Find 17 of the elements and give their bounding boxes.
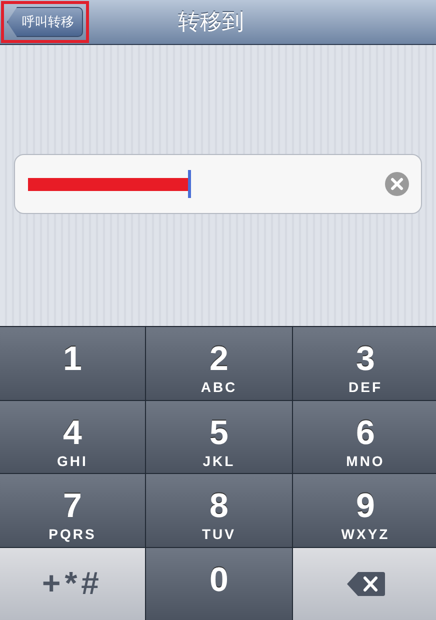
keypad-key[interactable]: 1 bbox=[0, 327, 145, 400]
symbols-key[interactable]: +*# bbox=[0, 548, 145, 620]
screen-title: 转移到 bbox=[178, 9, 244, 37]
keypad-key[interactable]: 3 DEF bbox=[293, 327, 436, 400]
delete-icon bbox=[346, 570, 386, 598]
back-button[interactable]: 呼叫转移 bbox=[7, 7, 83, 37]
keypad-key[interactable]: 7 PQRS bbox=[0, 474, 145, 546]
keypad-key[interactable]: 5 JKL bbox=[146, 400, 292, 473]
keypad-key[interactable]: 4 GHI bbox=[0, 400, 145, 473]
keypad-key[interactable]: 0 bbox=[146, 548, 292, 620]
keypad-key[interactable]: 9 WXYZ bbox=[293, 474, 436, 546]
keypad-key[interactable]: 6 MNO bbox=[293, 400, 436, 473]
keypad-key[interactable]: 8 TUV bbox=[146, 474, 292, 546]
delete-key[interactable] bbox=[293, 548, 436, 620]
clear-icon[interactable] bbox=[385, 172, 409, 196]
number-field[interactable] bbox=[14, 154, 422, 214]
keypad-key[interactable]: 2 ABC bbox=[146, 327, 292, 400]
